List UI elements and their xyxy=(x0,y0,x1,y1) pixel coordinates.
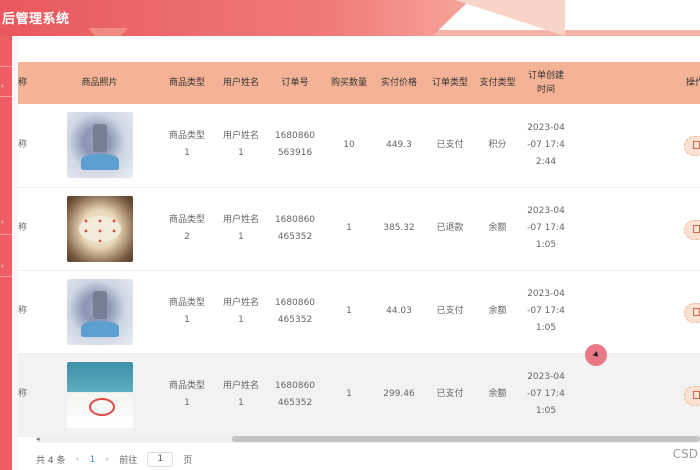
cell-price: 44.03 xyxy=(373,270,425,354)
col-created[interactable]: 订单创建时间 xyxy=(520,62,572,104)
banner-tab xyxy=(88,28,128,36)
document-icon xyxy=(693,390,700,399)
document-icon xyxy=(693,141,700,149)
scrollbar-thumb[interactable] xyxy=(232,436,700,442)
col-type[interactable]: 商品类型 xyxy=(157,62,217,104)
table-row[interactable]: 称 商品类型2 用户姓名1 1680860465352 1 385.32 已退款… xyxy=(18,187,700,271)
app-title: 后管理系统 xyxy=(2,12,70,27)
cell-type: 商品类型1 xyxy=(157,353,217,437)
col-order-no[interactable]: 订单号 xyxy=(265,62,325,104)
top-banner: 后管理系统 xyxy=(0,0,700,36)
sidebar-divider xyxy=(0,234,12,235)
cell-order-type: 已支付 xyxy=(425,270,475,354)
col-name[interactable]: 称 xyxy=(18,62,42,104)
document-icon xyxy=(693,224,700,233)
sidebar-divider xyxy=(0,276,12,277)
cell-order-no: 1680860465352 xyxy=(265,353,325,437)
horizontal-scrollbar[interactable]: ◂ xyxy=(36,435,700,443)
detail-button[interactable]: 详 xyxy=(684,136,700,156)
document-icon xyxy=(693,307,700,316)
banner-shape xyxy=(0,0,470,36)
cell-qty: 1 xyxy=(325,353,373,437)
sidebar-menu-icon[interactable]: › xyxy=(1,262,4,270)
cell-user: 用户姓名1 xyxy=(217,353,265,437)
cake-photo[interactable] xyxy=(66,278,133,345)
sidebar-menu-icon[interactable]: › xyxy=(1,82,4,90)
cell-order-type: 已支付 xyxy=(425,353,475,437)
col-qty[interactable]: 购买数量 xyxy=(325,62,373,104)
sidebar-menu-icon[interactable]: › xyxy=(1,218,4,226)
orders-table: 称 商品照片 商品类型 用户姓名 订单号 购买数量 实付价格 订单类型 支付类型… xyxy=(18,62,700,437)
pagination-total: 共 4 条 xyxy=(36,456,66,466)
cell-price: 299.46 xyxy=(373,353,425,437)
cell-action: 详 xyxy=(572,187,700,271)
cell-action: 详 xyxy=(572,270,700,354)
cell-name: 称 xyxy=(18,353,42,437)
scroll-left-icon[interactable]: ◂ xyxy=(36,435,40,443)
cell-created: 2023-04-07 17:41:05 xyxy=(520,353,572,437)
table-header-row: 称 商品照片 商品类型 用户姓名 订单号 购买数量 实付价格 订单类型 支付类型… xyxy=(18,62,700,104)
cell-action: 详 xyxy=(572,353,700,437)
cell-price: 385.32 xyxy=(373,187,425,271)
table-row[interactable]: 称 商品类型1 用户姓名1 1680860563916 10 449.3 已支付… xyxy=(18,104,700,188)
detail-button[interactable]: 详 xyxy=(684,385,700,406)
cell-action: 详 xyxy=(572,104,700,188)
cell-type: 商品类型2 xyxy=(157,187,217,271)
col-order-type[interactable]: 订单类型 xyxy=(425,62,475,104)
cell-created: 2023-04-07 17:42:44 xyxy=(520,104,572,188)
col-photo[interactable]: 商品照片 xyxy=(42,62,157,104)
table-row[interactable]: 称 商品类型1 用户姓名1 1680860465352 1 44.03 已支付 … xyxy=(18,270,700,354)
cell-photo xyxy=(42,187,157,271)
page-number[interactable]: 1 xyxy=(89,455,95,465)
cell-name: 称 xyxy=(18,104,42,188)
cell-order-no: 1680860563916 xyxy=(265,104,325,188)
cell-pay-type: 余额 xyxy=(475,270,520,354)
detail-button[interactable]: 详 xyxy=(684,302,700,323)
cake-photo[interactable] xyxy=(66,361,133,428)
banner-accent xyxy=(455,0,565,36)
cell-photo xyxy=(42,104,157,188)
col-pay-type[interactable]: 支付类型 xyxy=(475,62,520,104)
cell-pay-type: 积分 xyxy=(475,104,520,188)
goto-label: 前往 xyxy=(119,456,138,466)
cell-order-type: 已支付 xyxy=(425,104,475,188)
cell-created: 2023-04-07 17:41:05 xyxy=(520,270,572,354)
next-page-icon[interactable]: › xyxy=(105,454,109,465)
cell-price: 449.3 xyxy=(373,104,425,188)
pagination: 共 4 条 ‹ 1 › 前往 1 页 xyxy=(36,452,192,467)
page-jump-input[interactable]: 1 xyxy=(147,452,174,467)
cell-order-no: 1680860465352 xyxy=(265,187,325,271)
cell-photo xyxy=(42,270,157,354)
cell-created: 2023-04-07 17:41:05 xyxy=(520,187,572,271)
sidebar: › › › xyxy=(0,36,12,470)
cell-qty: 1 xyxy=(325,270,373,354)
cake-photo[interactable] xyxy=(66,112,133,179)
cell-name: 称 xyxy=(18,270,42,354)
cell-photo xyxy=(42,353,157,437)
cell-name: 称 xyxy=(18,187,42,271)
cell-qty: 10 xyxy=(325,104,373,188)
cell-type: 商品类型1 xyxy=(157,270,217,354)
sidebar-divider xyxy=(0,66,12,67)
col-user[interactable]: 用户姓名 xyxy=(217,62,265,104)
detail-button[interactable]: 详 xyxy=(684,219,700,240)
cell-order-type: 已退款 xyxy=(425,187,475,271)
cell-order-no: 1680860465352 xyxy=(265,270,325,354)
cell-user: 用户姓名1 xyxy=(217,270,265,354)
cell-pay-type: 余额 xyxy=(475,353,520,437)
cell-type: 商品类型1 xyxy=(157,104,217,188)
cell-qty: 1 xyxy=(325,187,373,271)
col-price[interactable]: 实付价格 xyxy=(373,62,425,104)
cake-photo[interactable] xyxy=(66,195,133,262)
page-suffix: 页 xyxy=(183,456,193,466)
col-action: 操作 xyxy=(685,78,700,88)
cell-user: 用户姓名1 xyxy=(217,187,265,271)
sidebar-divider xyxy=(0,96,12,97)
watermark: CSD xyxy=(672,447,698,461)
prev-page-icon[interactable]: ‹ xyxy=(75,454,79,465)
cell-pay-type: 余额 xyxy=(475,187,520,271)
cell-user: 用户姓名1 xyxy=(217,104,265,188)
